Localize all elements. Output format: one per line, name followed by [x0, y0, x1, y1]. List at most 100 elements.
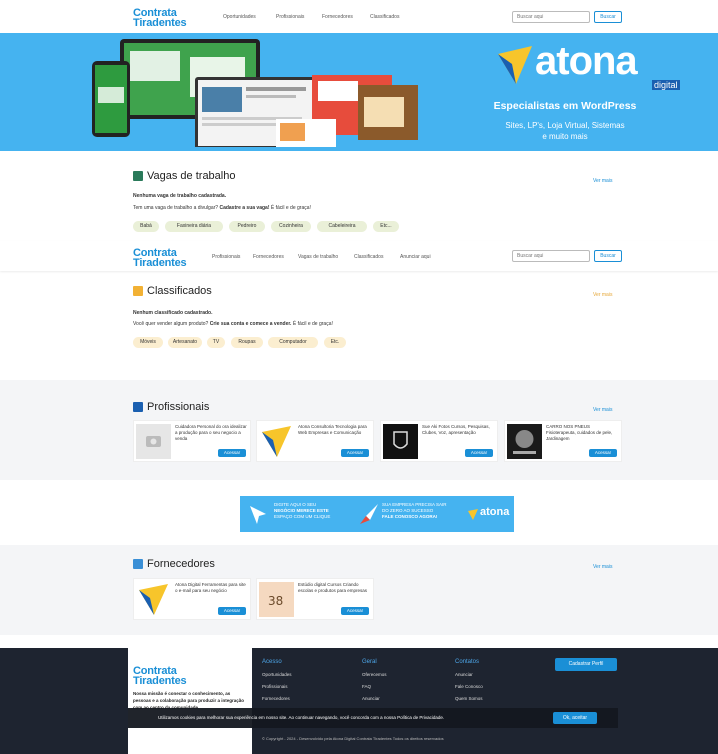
- nav-classificados[interactable]: Classificados: [354, 254, 383, 260]
- atona-logo-icon: [498, 46, 532, 84]
- search-input[interactable]: Buscar aqui: [512, 250, 590, 262]
- classificados-tag[interactable]: Computador: [268, 337, 318, 348]
- profissionais-see-all[interactable]: Ver mais: [593, 407, 612, 413]
- nav-vagas[interactable]: Vagas de trabalho: [298, 254, 338, 260]
- cookie-accept-button[interactable]: Ok, aceitar: [553, 712, 597, 724]
- fornecedores-title: Fornecedores: [133, 558, 215, 570]
- profissional-card[interactable]: Sue Aki Fotos Cursos, Pesquisas, Clubes,…: [380, 420, 498, 462]
- footer-col2-title: Geral: [362, 659, 377, 665]
- card-access-button[interactable]: Acessar: [341, 607, 369, 615]
- vagas-tag[interactable]: Etc...: [373, 221, 399, 232]
- card-text: Atona Consultoria Tecnologia para Web Em…: [298, 424, 367, 435]
- nav-classificados[interactable]: Classificados: [370, 14, 399, 20]
- card-text: CARRO NOS PNEUS Fisioterapeuta, cuidados…: [546, 424, 613, 441]
- devices-mockup: [92, 39, 418, 147]
- tag-icon: [133, 286, 143, 297]
- nav-fornecedores[interactable]: Fornecedores: [253, 254, 284, 260]
- card-access-button[interactable]: Acessar: [341, 449, 369, 457]
- classificados-empty: Nenhum classificado cadastrado.: [133, 310, 213, 316]
- ad-banner[interactable]: atona digital Especialistas em WordPress…: [0, 33, 718, 151]
- card-access-button[interactable]: Acessar: [589, 449, 617, 457]
- vagas-tag[interactable]: Faxineira diária: [165, 221, 223, 232]
- classificados-tag[interactable]: TV: [207, 337, 225, 348]
- profissional-card[interactable]: Atona Consultoria Tecnologia para Web Em…: [256, 420, 374, 462]
- nav-oportunidades[interactable]: Oportunidades: [223, 14, 256, 20]
- footer-link[interactable]: Anunciar: [362, 696, 380, 701]
- card-access-button[interactable]: Acessar: [218, 607, 246, 615]
- profissionais-title: Profissionais: [133, 401, 209, 413]
- svg-text:38: 38: [268, 594, 283, 608]
- cookie-text: Utilizamos cookies para melhorar sua exp…: [158, 715, 445, 720]
- logo-line2: Tiradentes: [133, 257, 187, 269]
- atona-logo-icon: [259, 424, 294, 459]
- footer-link[interactable]: Anunciar: [455, 672, 473, 677]
- classificados-prompt-prefix: Você quer vender algum produto?: [133, 321, 209, 327]
- card-text: Atona Digital Ferramentas para site o e-…: [175, 582, 246, 593]
- footer-about-box: Contrata Tiradentes Nossa missão é conec…: [128, 648, 252, 754]
- footer-link[interactable]: Oportunidades: [262, 672, 292, 677]
- classificados-tag[interactable]: Roupas: [231, 337, 263, 348]
- ad-mid-line3: FALE CONOSCO AGORA!: [382, 514, 438, 519]
- classificados-prompt-link[interactable]: Crie sua conta e comece a vender.: [210, 321, 292, 327]
- nav-anunciar[interactable]: Anunciar aqui: [400, 254, 431, 260]
- store-icon: [133, 559, 143, 570]
- nav-profissionais[interactable]: Profissionais: [276, 14, 304, 20]
- atona-logo-icon: [136, 582, 171, 617]
- vagas-prompt: Tem uma vaga de trabalho a divulgar? Cad…: [133, 205, 433, 211]
- footer-link[interactable]: FAQ: [362, 684, 371, 689]
- fornecedor-card[interactable]: 38 Estúdio digital Cursos Criando escola…: [256, 578, 374, 620]
- cursor-icon: [250, 506, 266, 524]
- card-text: Cuidadora Personal do ora idealizar a pr…: [175, 424, 247, 441]
- atona-brand: atona: [535, 39, 638, 83]
- card-access-button[interactable]: Acessar: [465, 449, 493, 457]
- vagas-title: Vagas de trabalho: [133, 170, 235, 182]
- vagas-tag[interactable]: Cozinheira: [271, 221, 311, 232]
- banner-tagline: Especialistas em WordPress: [493, 100, 637, 112]
- classificados-tag[interactable]: Etc.: [324, 337, 346, 348]
- vagas-tag[interactable]: Cabeleireira: [317, 221, 367, 232]
- site-logo[interactable]: Contrata Tiradentes: [133, 8, 187, 29]
- footer-cta-button[interactable]: Cadastrar Perfil: [555, 658, 617, 671]
- ad-left-line3: ESPAÇO COM UM CLIQUE: [274, 514, 331, 519]
- nav-profissionais[interactable]: Profissionais: [212, 254, 240, 260]
- footer-link[interactable]: Profissionais: [262, 684, 288, 689]
- vagas-prompt-prefix: Tem uma vaga de trabalho a divulgar?: [133, 205, 219, 211]
- vagas-see-all[interactable]: Ver mais: [593, 178, 612, 184]
- fornecedores-see-all[interactable]: Ver mais: [593, 564, 612, 570]
- card-access-button[interactable]: Acessar: [218, 449, 246, 457]
- ad-strip[interactable]: DIGITE AQUI O SEU NEGÓCIO MERECE ESTE ES…: [240, 496, 514, 532]
- vagas-tag[interactable]: Pedreiro: [229, 221, 265, 232]
- footer-link[interactable]: Quem Somos: [455, 696, 483, 701]
- site-logo[interactable]: Contrata Tiradentes: [133, 248, 187, 269]
- fornecedores-title-text: Fornecedores: [147, 558, 215, 570]
- search-button[interactable]: Buscar: [594, 250, 622, 262]
- classificados-tag[interactable]: Artesanato: [168, 337, 202, 348]
- card-text: Sue Aki Fotos Cursos, Pesquisas, Clubes,…: [422, 424, 490, 435]
- classificados-see-all[interactable]: Ver mais: [593, 292, 612, 298]
- vagas-tag[interactable]: Babá: [133, 221, 159, 232]
- vagas-prompt-link[interactable]: Cadastre a sua vaga!: [219, 205, 269, 211]
- top-header: Contrata Tiradentes Oportunidades Profis…: [0, 0, 718, 32]
- footer-logo[interactable]: Contrata Tiradentes: [133, 666, 187, 687]
- classificados-tag[interactable]: Móveis: [133, 337, 163, 348]
- ad-mid-text: SUA EMPRESA PRECISA SAIR DO ZERO AO SUCE…: [382, 502, 447, 520]
- nav-fornecedores[interactable]: Fornecedores: [322, 14, 353, 20]
- camera-placeholder-icon: [136, 424, 171, 459]
- footer-link[interactable]: Oferecemos: [362, 672, 387, 677]
- vagas-empty: Nenhuma vaga de trabalho cadastrada.: [133, 193, 227, 199]
- cookie-bar: Utilizamos cookies para melhorar sua exp…: [128, 708, 618, 728]
- search-input[interactable]: Buscar aqui: [512, 11, 590, 23]
- sticky-header: Contrata Tiradentes Profissionais Fornec…: [0, 241, 718, 271]
- profissional-card[interactable]: CARRO NOS PNEUS Fisioterapeuta, cuidados…: [504, 420, 622, 462]
- footer-link[interactable]: Fale Conosco: [455, 684, 483, 689]
- rocket-icon: [360, 504, 378, 524]
- fornecedor-card[interactable]: Atona Digital Ferramentas para site o e-…: [133, 578, 251, 620]
- banner-line2: e muito mais: [542, 132, 588, 141]
- classificados-prompt: Você quer vender algum produto? Crie sua…: [133, 321, 453, 327]
- footer-link[interactable]: Fornecedores: [262, 696, 290, 701]
- search-button[interactable]: Buscar: [594, 11, 622, 23]
- studio-logo-icon: 38: [259, 582, 294, 617]
- profissional-card[interactable]: Cuidadora Personal do ora idealizar a pr…: [133, 420, 251, 462]
- classificados-prompt-suffix: É fácil e de graça!: [292, 321, 333, 327]
- briefcase-icon: [133, 171, 143, 182]
